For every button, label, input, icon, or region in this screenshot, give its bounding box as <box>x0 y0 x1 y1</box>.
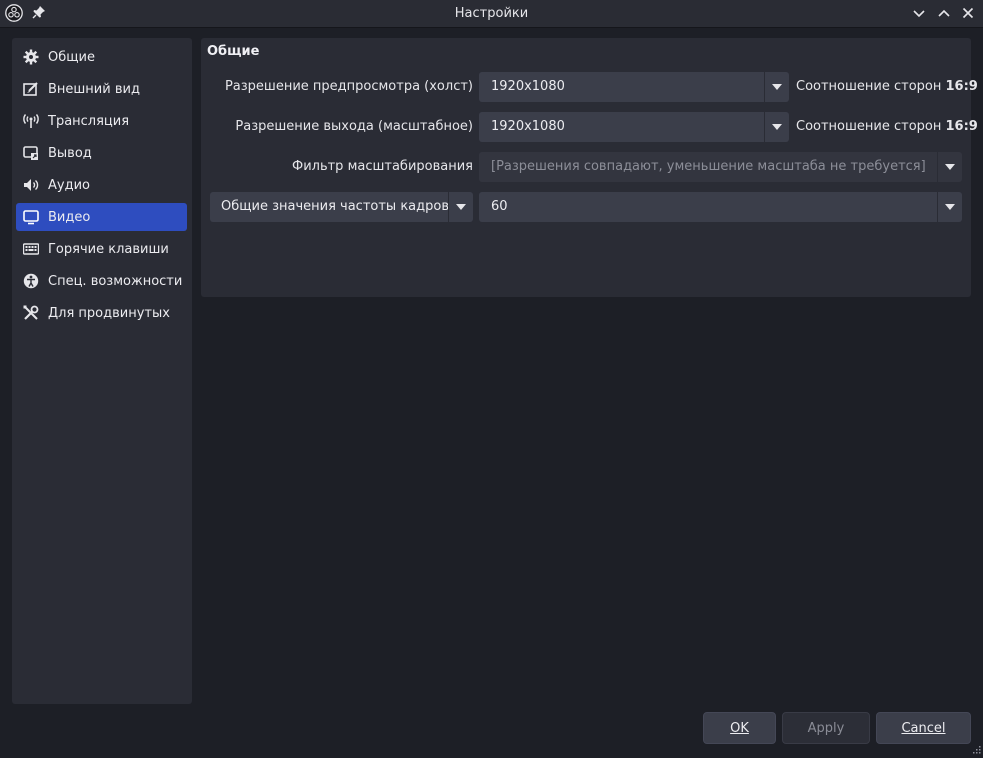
settings-sidebar: Общие Внешний вид Трансляция Вывод Аудио… <box>12 38 192 704</box>
sidebar-item-stream[interactable]: Трансляция <box>16 107 187 135</box>
output-icon <box>22 144 40 162</box>
appearance-icon <box>22 80 40 98</box>
maximize-icon[interactable] <box>937 6 951 20</box>
video-settings-panel: Общие Разрешение предпросмотра (холст) 1… <box>201 38 978 297</box>
sidebar-item-advanced[interactable]: Для продвинутых <box>16 299 187 327</box>
sidebar-item-label: Аудио <box>48 177 90 193</box>
ok-button[interactable]: OK <box>703 712 776 744</box>
base-resolution-combo[interactable]: 1920x1080 <box>479 72 789 102</box>
sidebar-item-label: Для продвинутых <box>48 305 170 321</box>
cancel-button-label: Cancel <box>901 720 946 736</box>
sidebar-item-output[interactable]: Вывод <box>16 139 187 167</box>
gear-icon <box>22 48 40 66</box>
dropdown-arrow-icon[interactable] <box>937 192 962 222</box>
tools-icon <box>22 304 40 322</box>
base-resolution-value: 1920x1080 <box>491 79 565 94</box>
fps-type-value: Общие значения частоты кадров <box>221 199 449 214</box>
ok-button-label: OK <box>730 720 749 736</box>
aspect-value: 16:9 <box>945 119 978 134</box>
downscale-filter-label: Фильтр масштабирования <box>292 159 473 174</box>
window-title: Настройки <box>454 6 529 21</box>
output-resolution-label: Разрешение выхода (масштабное) <box>235 119 473 134</box>
fps-value: 60 <box>491 199 508 214</box>
sidebar-item-hotkeys[interactable]: Горячие клавиши <box>16 235 187 263</box>
sidebar-item-audio[interactable]: Аудио <box>16 171 187 199</box>
resize-grip-icon[interactable] <box>970 745 981 756</box>
base-aspect-ratio: Соотношение сторон 16:9 <box>796 79 978 94</box>
base-resolution-label: Разрешение предпросмотра (холст) <box>224 79 473 94</box>
sidebar-item-label: Горячие клавиши <box>48 241 169 257</box>
fps-value-combo[interactable]: 60 <box>479 192 962 222</box>
cancel-button[interactable]: Cancel <box>876 712 971 744</box>
sidebar-item-label: Спец. возможности <box>48 273 183 289</box>
dropdown-arrow-icon[interactable] <box>937 152 962 182</box>
sidebar-item-label: Общие <box>48 49 95 65</box>
aspect-prefix: Соотношение сторон <box>796 119 946 134</box>
downscale-filter-value: [Разрешения совпадают, уменьшение масшта… <box>491 159 926 174</box>
broadcast-icon <box>22 112 40 130</box>
sidebar-item-label: Видео <box>48 209 91 225</box>
apply-button-label: Apply <box>807 720 845 736</box>
sidebar-item-label: Трансляция <box>48 113 130 129</box>
output-resolution-combo[interactable]: 1920x1080 <box>479 112 789 142</box>
sidebar-item-accessibility[interactable]: Спец. возможности <box>16 267 187 295</box>
audio-icon <box>22 176 40 194</box>
aspect-value: 16:9 <box>945 79 978 94</box>
keyboard-icon <box>22 240 40 258</box>
output-aspect-ratio: Соотношение сторон 16:9 <box>796 119 978 134</box>
minimize-icon[interactable] <box>912 6 926 20</box>
downscale-filter-combo[interactable]: [Разрешения совпадают, уменьшение масшта… <box>479 152 962 182</box>
sidebar-item-general[interactable]: Общие <box>16 43 187 71</box>
sidebar-item-label: Внешний вид <box>48 81 140 97</box>
dropdown-arrow-icon[interactable] <box>448 192 473 222</box>
sidebar-item-appearance[interactable]: Внешний вид <box>16 75 187 103</box>
sidebar-item-label: Вывод <box>48 145 92 161</box>
output-resolution-value: 1920x1080 <box>491 119 565 134</box>
monitor-icon <box>22 208 40 226</box>
section-title: Общие <box>207 44 260 59</box>
dropdown-arrow-icon[interactable] <box>764 112 789 142</box>
dropdown-arrow-icon[interactable] <box>764 72 789 102</box>
aspect-prefix: Соотношение сторон <box>796 79 946 94</box>
sidebar-item-video[interactable]: Видео <box>16 203 187 231</box>
fps-type-combo[interactable]: Общие значения частоты кадров <box>210 192 473 222</box>
title-bar: Настройки <box>0 0 983 28</box>
apply-button[interactable]: Apply <box>782 712 870 744</box>
accessibility-icon <box>22 272 40 290</box>
close-icon[interactable] <box>961 6 975 20</box>
